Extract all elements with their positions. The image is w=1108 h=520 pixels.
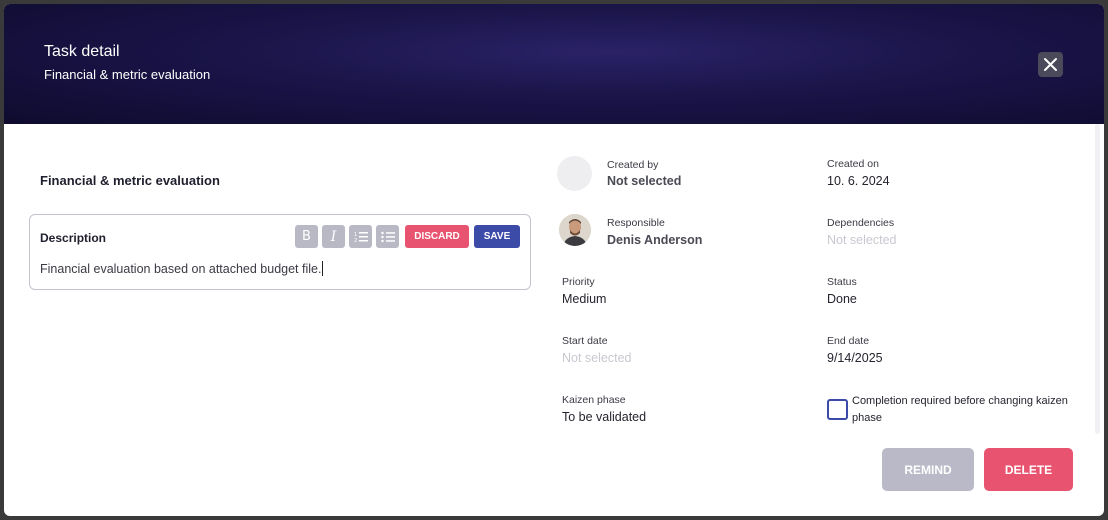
description-text-wrap[interactable]: Financial evaluation based on attached b… bbox=[40, 261, 324, 276]
kaizen-phase-label: Kaizen phase bbox=[562, 394, 626, 406]
bold-icon: B bbox=[302, 229, 311, 244]
kaizen-phase-value[interactable]: To be validated bbox=[562, 410, 646, 424]
close-button[interactable] bbox=[1038, 52, 1063, 77]
responsible-label: Responsible bbox=[607, 217, 665, 229]
ordered-list-button[interactable]: 1 2 bbox=[349, 225, 372, 248]
priority-value[interactable]: Medium bbox=[562, 292, 606, 306]
dependencies-label: Dependencies bbox=[827, 217, 895, 229]
scrollbar-thumb[interactable] bbox=[1095, 124, 1100, 434]
remind-button[interactable]: REMIND bbox=[882, 448, 974, 491]
bullet-list-button[interactable] bbox=[376, 225, 399, 248]
completion-required-checkbox[interactable] bbox=[827, 399, 848, 420]
italic-icon: I bbox=[330, 228, 337, 245]
save-button[interactable]: SAVE bbox=[474, 225, 520, 248]
description-text: Financial evaluation based on attached b… bbox=[40, 262, 322, 276]
delete-button[interactable]: DELETE bbox=[984, 448, 1073, 491]
responsible-avatar bbox=[559, 214, 591, 246]
scrollbar[interactable] bbox=[1092, 124, 1104, 434]
completion-required-label: Completion required before changing kaiz… bbox=[852, 395, 1068, 424]
creator-avatar bbox=[557, 156, 592, 191]
created-by-value[interactable]: Not selected bbox=[607, 174, 681, 188]
modal-title: Task detail bbox=[44, 43, 120, 60]
ordered-list-icon: 1 2 bbox=[354, 231, 368, 243]
end-date-value[interactable]: 9/14/2025 bbox=[827, 351, 883, 365]
person-photo-icon bbox=[559, 214, 591, 246]
modal-subtitle: Financial & metric evaluation bbox=[44, 67, 211, 82]
status-value[interactable]: Done bbox=[827, 292, 857, 306]
svg-text:2: 2 bbox=[354, 238, 357, 243]
start-date-label: Start date bbox=[562, 335, 608, 347]
discard-button[interactable]: DISCARD bbox=[405, 225, 469, 248]
close-icon bbox=[1044, 58, 1057, 71]
status-label: Status bbox=[827, 276, 857, 288]
modal-header: Task detail Financial & metric evaluatio… bbox=[4, 4, 1104, 124]
italic-button[interactable]: I bbox=[322, 225, 345, 248]
task-title: Financial & metric evaluation bbox=[40, 173, 220, 188]
priority-label: Priority bbox=[562, 276, 595, 288]
description-label: Description bbox=[40, 231, 107, 245]
bullet-list-icon bbox=[380, 231, 395, 242]
created-on-label: Created on bbox=[827, 158, 879, 170]
created-by-label: Created by bbox=[607, 159, 659, 171]
responsible-value[interactable]: Denis Anderson bbox=[607, 233, 702, 247]
bold-button[interactable]: B bbox=[295, 225, 318, 248]
end-date-label: End date bbox=[827, 335, 870, 347]
description-editor[interactable]: Description B I 1 2 DISCARD SAVE Financi… bbox=[29, 214, 531, 290]
start-date-value[interactable]: Not selected bbox=[562, 351, 631, 365]
text-caret bbox=[322, 261, 324, 276]
dependencies-value[interactable]: Not selected bbox=[827, 233, 896, 247]
task-detail-modal: Task detail Financial & metric evaluatio… bbox=[4, 4, 1104, 516]
created-on-value: 10. 6. 2024 bbox=[827, 174, 890, 188]
